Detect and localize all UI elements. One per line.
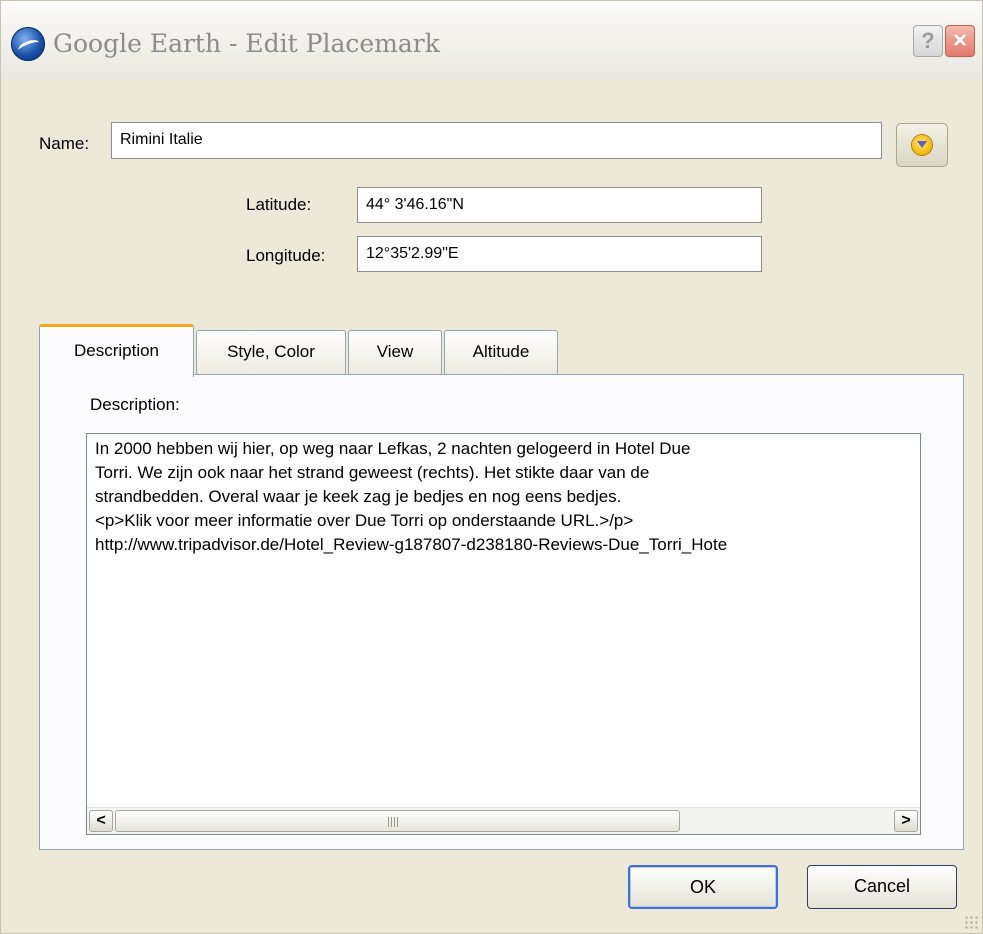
close-button[interactable]: × — [945, 25, 975, 57]
latitude-input[interactable]: 44° 3'46.16"N — [357, 187, 762, 223]
window-title: Google Earth - Edit Placemark — [53, 29, 440, 58]
description-line: In 2000 hebben wij hier, op weg naar Lef… — [95, 439, 691, 458]
longitude-label: Longitude: — [246, 246, 326, 265]
tab-view[interactable]: View — [348, 330, 442, 375]
tab-description[interactable]: Description — [39, 324, 194, 377]
description-label: Description: — [90, 395, 180, 414]
edit-placemark-dialog: Google Earth - Edit Placemark ? × Name: … — [0, 0, 983, 934]
description-line: http://www.tripadvisor.de/Hotel_Review-g… — [95, 535, 728, 554]
ok-button[interactable]: OK — [628, 865, 778, 909]
scrollbar-thumb[interactable] — [115, 810, 680, 832]
description-textarea[interactable]: In 2000 hebben wij hier, op weg naar Lef… — [86, 433, 921, 835]
help-button[interactable]: ? — [913, 25, 943, 57]
scrollbar-grip-icon — [388, 817, 400, 827]
cancel-button[interactable]: Cancel — [807, 865, 957, 909]
description-line: Torri. We zijn ook naar het strand gewee… — [95, 463, 650, 482]
google-earth-icon — [11, 27, 45, 61]
description-line: <p>Klik voor meer informatie over Due To… — [95, 511, 634, 530]
name-input[interactable]: Rimini Italie — [111, 122, 882, 159]
description-tab-panel: Description: In 2000 hebben wij hier, op… — [39, 374, 964, 850]
title-bar[interactable]: Google Earth - Edit Placemark ? × — [1, 1, 982, 81]
latitude-label: Latitude: — [246, 195, 312, 214]
longitude-input[interactable]: 12°35'2.99"E — [357, 236, 762, 272]
placemark-icon-button[interactable] — [896, 123, 948, 167]
scroll-left-button[interactable]: < — [89, 810, 113, 832]
tab-altitude[interactable]: Altitude — [444, 330, 558, 375]
placemark-pin-icon — [912, 135, 932, 155]
scroll-right-button[interactable]: > — [894, 810, 918, 832]
resize-grip-icon[interactable] — [964, 915, 978, 929]
name-label: Name: — [39, 134, 90, 153]
description-line: strandbedden. Overal waar je keek zag je… — [95, 487, 622, 506]
tab-style-color[interactable]: Style, Color — [196, 330, 346, 375]
horizontal-scrollbar[interactable]: < > — [87, 807, 920, 834]
